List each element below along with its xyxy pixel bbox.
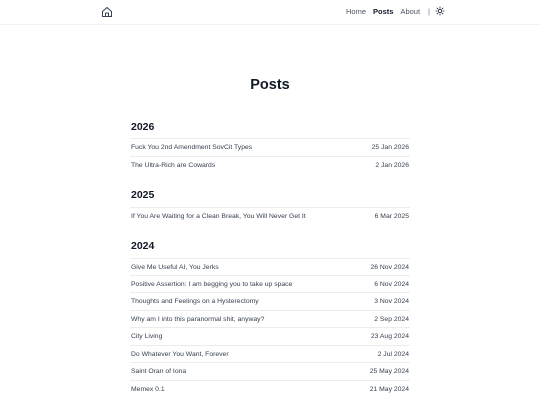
page-title: Posts <box>250 77 290 93</box>
post-title-link[interactable]: If You Are Waiting for a Clean Break, Yo… <box>131 213 306 220</box>
post-list-item[interactable]: The Ultra-Rich are Cowards 2 Jan 2026 <box>130 156 410 174</box>
post-list-item[interactable]: If You Are Waiting for a Clean Break, Yo… <box>130 207 410 225</box>
post-list-item[interactable]: Positive Assertion: I am begging you to … <box>130 275 410 293</box>
year-heading-2024: 2024 <box>131 240 155 252</box>
post-list-item[interactable]: Saint Oran of Iona 25 May 2024 <box>130 362 410 380</box>
post-title-link[interactable]: Why am I into this paranormal shit, anyw… <box>131 316 264 323</box>
post-list-item[interactable]: Fuck You 2nd Amendment SovCit Types 25 J… <box>130 138 410 156</box>
post-list-item[interactable]: Why am I into this paranormal shit, anyw… <box>130 310 410 328</box>
post-date: 21 May 2024 <box>369 386 409 393</box>
year-heading-2026: 2026 <box>131 121 155 133</box>
nav-about-link[interactable]: About <box>400 7 420 16</box>
header-divider <box>0 24 540 25</box>
post-date: 6 Nov 2024 <box>374 281 409 288</box>
post-list-item[interactable]: Thoughts and Feelings on a Hysterectomy … <box>130 292 410 310</box>
post-list-item[interactable]: City Living 23 Aug 2024 <box>130 327 410 345</box>
main-nav: Home Posts About | <box>346 6 445 16</box>
post-title-link[interactable]: Do Whatever You Want, Forever <box>131 351 229 358</box>
nav-posts-link[interactable]: Posts <box>373 7 393 16</box>
post-date: 26 Nov 2024 <box>370 264 409 271</box>
home-icon[interactable] <box>101 6 113 18</box>
sun-icon[interactable] <box>435 6 445 16</box>
post-date: 25 Jan 2026 <box>371 144 409 151</box>
post-date: 2 Jan 2026 <box>375 162 409 169</box>
post-title-link[interactable]: Positive Assertion: I am begging you to … <box>131 281 292 288</box>
post-date: 23 Aug 2024 <box>370 333 409 340</box>
post-date: 3 Nov 2024 <box>374 298 409 305</box>
post-date: 2 Jul 2024 <box>377 351 409 358</box>
post-title-link[interactable]: Memex 0.1 <box>131 386 165 393</box>
post-list-item[interactable]: Do Whatever You Want, Forever 2 Jul 2024 <box>130 345 410 363</box>
post-title-link[interactable]: City Living <box>131 333 162 340</box>
post-title-link[interactable]: Saint Oran of Iona <box>131 368 186 375</box>
post-title-link[interactable]: The Ultra-Rich are Cowards <box>131 162 215 169</box>
post-date: 2 Sep 2024 <box>374 316 409 323</box>
post-date: 25 May 2024 <box>369 368 409 375</box>
post-list-item[interactable]: Memex 0.1 21 May 2024 <box>130 380 410 398</box>
post-title-link[interactable]: Fuck You 2nd Amendment SovCit Types <box>131 144 252 151</box>
top-navigation-bar: Home Posts About | <box>0 0 540 25</box>
nav-separator: | <box>428 6 430 16</box>
post-title-link[interactable]: Give Me Useful AI, You Jerks <box>131 264 219 271</box>
post-list-item[interactable]: Give Me Useful AI, You Jerks 26 Nov 2024 <box>130 258 410 276</box>
nav-home-link[interactable]: Home <box>346 7 366 16</box>
post-title-link[interactable]: Thoughts and Feelings on a Hysterectomy <box>131 298 259 305</box>
year-heading-2025: 2025 <box>131 189 155 201</box>
post-date: 6 Mar 2025 <box>374 213 409 220</box>
